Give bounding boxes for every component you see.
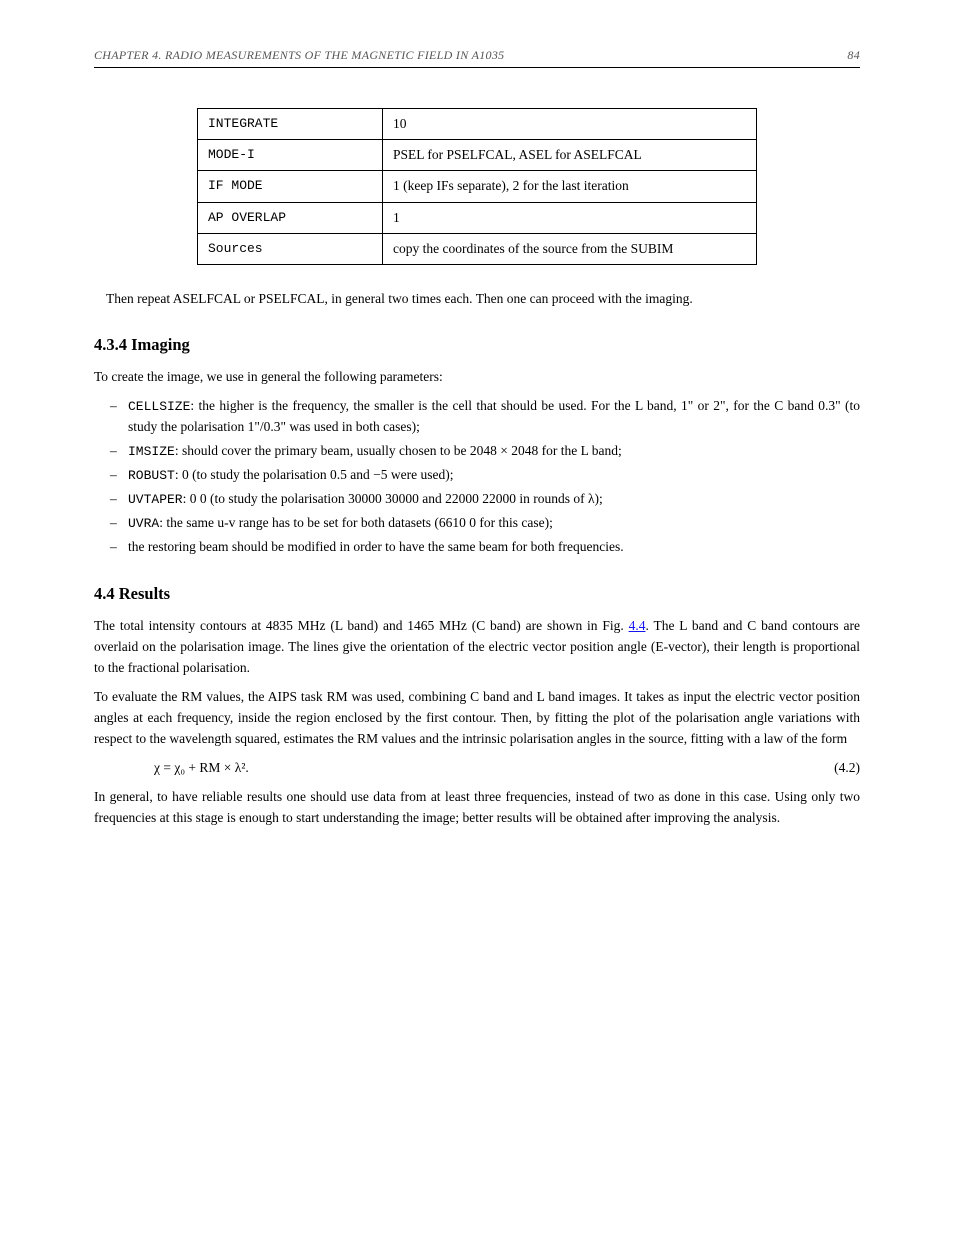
list-item: IMSIZE: should cover the primary beam, u… — [94, 441, 860, 462]
list-item: UVRA: the same u-v range has to be set f… — [94, 513, 860, 534]
parameter-table: INTEGRATE10MODE-IPSEL for PSELFCAL, ASEL… — [197, 108, 757, 265]
field-value-cell: copy the coordinates of the source from … — [383, 233, 757, 264]
section-heading-imaging: 4.3.4 Imaging — [94, 335, 860, 355]
field-name-cell: MODE-I — [198, 140, 383, 171]
list-item: ROBUST: 0 (to study the polarisation 0.5… — [94, 465, 860, 486]
note-text: Then repeat ASELFCAL or PSELFCAL, in gen… — [106, 289, 848, 309]
imaging-bullet-list: CELLSIZE: the higher is the frequency, t… — [94, 396, 860, 559]
running-header-title: CHAPTER 4. RADIO MEASUREMENTS OF THE MAG… — [94, 48, 504, 63]
field-name-cell: IF MODE — [198, 171, 383, 202]
field-value-cell: 1 — [383, 202, 757, 233]
results-p2: To evaluate the RM values, the AIPS task… — [94, 687, 860, 750]
field-value-cell: 1 (keep IFs separate), 2 for the last it… — [383, 171, 757, 202]
table-row: MODE-IPSEL for PSELFCAL, ASEL for ASELFC… — [198, 140, 757, 171]
list-item: CELLSIZE: the higher is the frequency, t… — [94, 396, 860, 438]
equation-line: χ = χ₀ + RM × λ². (4.2) — [154, 758, 860, 779]
field-name-cell: INTEGRATE — [198, 109, 383, 140]
table-row: AP OVERLAP1 — [198, 202, 757, 233]
list-item: UVTAPER: 0 0 (to study the polarisation … — [94, 489, 860, 510]
figure-ref-link[interactable]: 4.4 — [629, 618, 646, 633]
equation-number: (4.2) — [834, 758, 860, 779]
field-name-cell: AP OVERLAP — [198, 202, 383, 233]
equation-text: χ = χ₀ + RM × λ². — [154, 758, 249, 779]
section-heading-results: 4.4 Results — [94, 584, 860, 604]
results-p3: In general, to have reliable results one… — [94, 787, 860, 829]
field-value-cell: PSEL for PSELFCAL, ASEL for ASELFCAL — [383, 140, 757, 171]
running-header-page: 84 — [847, 48, 860, 63]
results-p1: The total intensity contours at 4835 MHz… — [94, 616, 860, 679]
imaging-intro: To create the image, we use in general t… — [94, 367, 860, 388]
field-value-cell: 10 — [383, 109, 757, 140]
list-item: the restoring beam should be modified in… — [94, 537, 860, 558]
results-p1-pre: The total intensity contours at 4835 MHz… — [94, 618, 629, 633]
field-name-cell: Sources — [198, 233, 383, 264]
table-row: INTEGRATE10 — [198, 109, 757, 140]
table-row: IF MODE1 (keep IFs separate), 2 for the … — [198, 171, 757, 202]
table-row: Sourcescopy the coordinates of the sourc… — [198, 233, 757, 264]
